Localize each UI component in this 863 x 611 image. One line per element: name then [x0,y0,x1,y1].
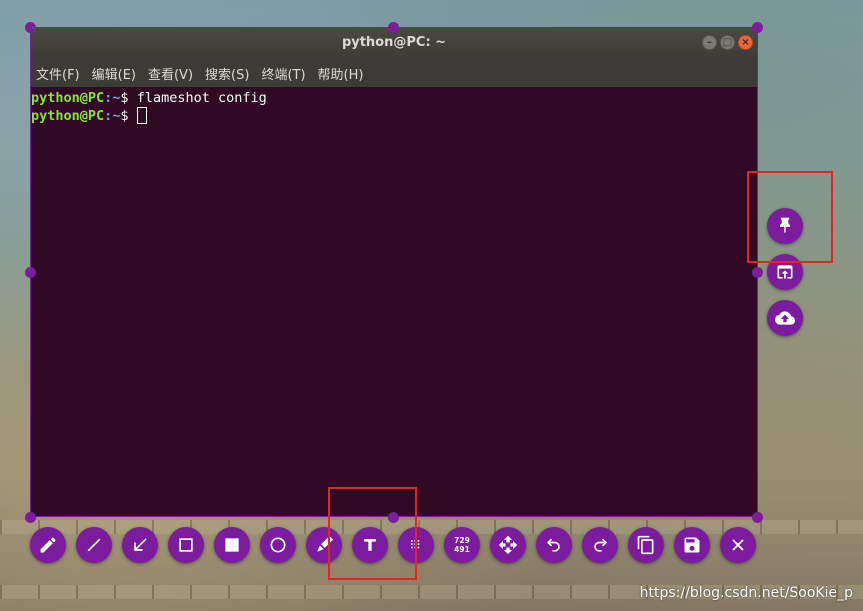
window-title: python@PC: ~ [341,35,447,50]
open-with-app-icon [777,265,793,279]
menu-edit[interactable]: 编辑(E) [92,64,136,83]
upload-button[interactable] [767,300,803,336]
prompt-path: :~ [104,90,121,106]
minimize-button[interactable]: – [702,35,717,50]
circle-icon [270,537,286,553]
undo-icon [546,538,560,552]
open-with-app-button[interactable] [767,254,803,290]
prompt-symbol: $ [120,108,137,124]
resize-handle[interactable] [752,512,763,523]
rectangle-tool-button[interactable] [168,527,204,563]
pin-button[interactable] [767,208,803,244]
rectangle-icon [179,538,193,552]
circle-tool-button[interactable] [260,527,296,563]
redo-icon [594,538,608,552]
text-icon [364,539,376,551]
selection-size-indicator: 729 491 [444,527,480,563]
resize-handle[interactable] [388,22,399,33]
terminal-cursor [136,107,147,124]
terminal-window[interactable]: python@PC: ~ – □ × 文件(F) 编辑(E) 查看(V) 搜索(… [30,27,758,517]
redo-button[interactable] [582,527,618,563]
move-tool-button[interactable] [490,527,526,563]
resize-handle[interactable] [25,512,36,523]
pencil-icon [40,537,56,553]
resize-handle[interactable] [752,22,763,33]
exit-icon [732,539,744,551]
selection-width: 729 [454,536,470,545]
copy-icon [637,535,654,555]
window-controls: – □ × [702,35,753,50]
line-tool-button[interactable] [76,527,112,563]
copy-button[interactable] [628,527,664,563]
pixelate-tool-button[interactable] [398,527,434,563]
prompt-user: python@PC [31,108,105,124]
selection-size-label: 729 491 [454,536,470,554]
save-button[interactable] [674,527,710,563]
filled-rectangle-icon [225,538,239,552]
pin-icon [780,217,790,233]
terminal-line: python@PC:~$ flameshot config [31,89,757,107]
resize-handle[interactable] [388,512,399,523]
menubar: 文件(F) 编辑(E) 查看(V) 搜索(S) 终端(T) 帮助(H) [31,60,757,87]
prompt-path: :~ [104,108,121,124]
menu-terminal[interactable]: 终端(T) [261,64,305,83]
pencil-tool-button[interactable] [30,527,66,563]
terminal-area[interactable]: python@PC:~$ flameshot config python@PC:… [31,87,757,518]
undo-button[interactable] [536,527,572,563]
menu-view[interactable]: 查看(V) [148,64,193,83]
arrow-tool-button[interactable] [122,527,158,563]
watermark-text: https://blog.csdn.net/SooKie_p [639,585,853,601]
resize-handle[interactable] [25,267,36,278]
resize-handle[interactable] [752,267,763,278]
move-icon [498,535,518,555]
menu-file[interactable]: 文件(F) [36,64,80,83]
menu-help[interactable]: 帮助(H) [318,64,364,83]
terminal-command: flameshot config [136,90,267,106]
marker-icon [317,535,334,552]
prompt-symbol: $ [120,90,137,106]
selection-height: 491 [454,545,470,554]
text-tool-button[interactable] [352,527,388,563]
terminal-line: python@PC:~$ [31,107,757,125]
filled-rectangle-tool-button[interactable] [214,527,250,563]
menu-search[interactable]: 搜索(S) [205,64,249,83]
save-icon [684,537,700,553]
marker-tool-button[interactable] [306,527,342,563]
prompt-user: python@PC [31,90,105,106]
pixelate-icon [411,540,420,549]
close-button[interactable]: × [738,35,753,50]
upload-icon [775,311,795,325]
resize-handle[interactable] [25,22,36,33]
exit-button[interactable] [720,527,756,563]
arrow-icon [134,538,147,551]
maximize-button[interactable]: □ [720,35,735,50]
line-icon [87,538,101,552]
